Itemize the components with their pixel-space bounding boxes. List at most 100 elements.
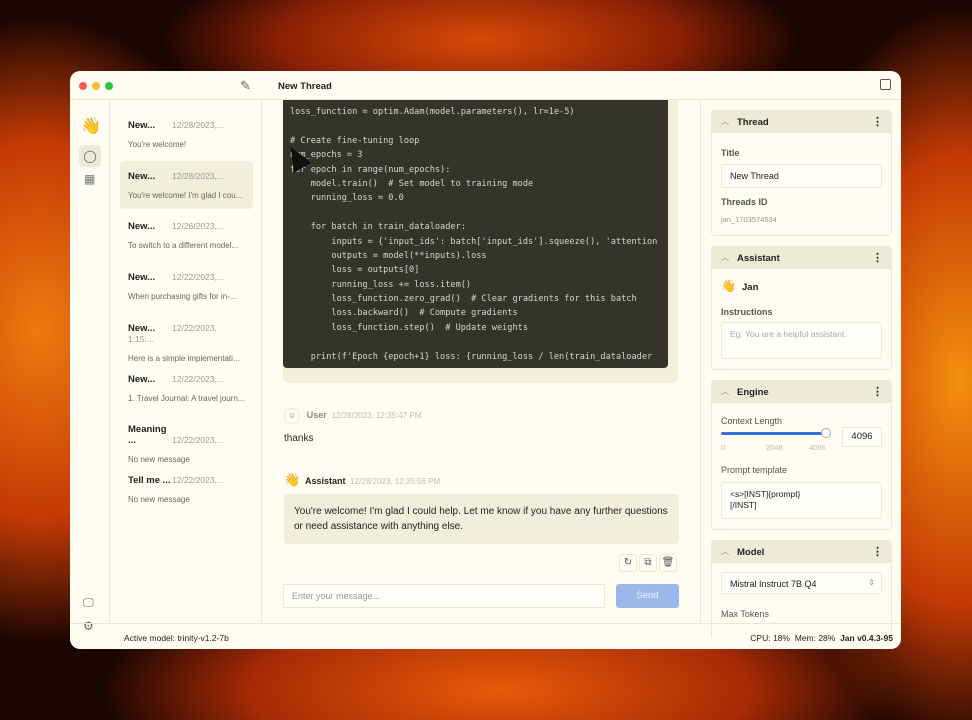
copy-icon[interactable]: ⧉ — [639, 554, 657, 572]
code-line: loss_function.zero_grad() # Clear gradie… — [290, 294, 637, 305]
context-length-slider[interactable] — [721, 428, 831, 438]
chevron-up-icon: ︿ — [721, 253, 729, 262]
title-bar: ✎ New Thread — [70, 71, 901, 100]
toggle-panel-icon[interactable] — [880, 79, 891, 90]
cpu-usage: CPU: 18% — [750, 633, 790, 643]
code-line: running_loss = 0.0 — [290, 193, 404, 204]
code-line: print(f'Epoch {epoch+1} loss: {running_l… — [290, 351, 653, 362]
new-thread-edit-icon[interactable]: ✎ — [240, 78, 251, 94]
thread-section-header[interactable]: ︿ Thread ⋮ — [712, 111, 891, 133]
section-title: Thread — [737, 117, 769, 128]
title-label: Title — [721, 148, 740, 158]
slider-fill — [721, 432, 826, 435]
delete-trash-icon[interactable]: 🗑 — [659, 554, 677, 572]
thread-preview: No new message — [128, 455, 190, 465]
chevron-up-icon: ︿ — [721, 387, 729, 396]
sender-name: Assistant — [304, 476, 346, 486]
code-line: for batch in train_dataloader: — [290, 222, 466, 233]
hub-grid-icon[interactable]: ▦ — [84, 172, 95, 186]
message-text: thanks — [284, 433, 314, 444]
message-time: 12/28/2023, 12:35:56 PM — [350, 477, 441, 486]
thread-preview: 1. Travel Journal: A travel journ... — [128, 393, 245, 403]
tick-label: 4096 — [809, 443, 826, 452]
thread-item[interactable]: Tell me ...12/22/2023,... No new message — [120, 465, 253, 513]
regenerate-icon[interactable]: ↻ — [619, 554, 637, 572]
icon-rail: 👋 ◯ ▦ 🖵 ⚙ — [70, 100, 110, 633]
thread-title-input[interactable]: New Thread — [721, 164, 882, 188]
more-menu-icon[interactable]: ⋮ — [872, 251, 883, 264]
thread-date: 12/26/2023,... — [172, 221, 224, 232]
assistant-hand-icon: 👋 — [284, 472, 301, 487]
prompt-template-textarea[interactable]: <s>[INST]{prompt} [/INST] — [721, 482, 882, 519]
assistant-section-header[interactable]: ︿ Assistant ⋮ — [712, 247, 891, 269]
thread-item[interactable]: New... 12/28/2023,... You're welcome! — [120, 110, 253, 158]
assistant-code-message: loss_function = optim.Adam(model.paramet… — [283, 100, 678, 383]
status-right: CPU: 18% Mem: 28% Jan v0.4.3-95 — [750, 633, 893, 643]
thread-preview: You're welcome! I'm glad I cou... — [128, 190, 243, 200]
chat-area: loss_function = optim.Adam(model.paramet… — [262, 100, 700, 623]
selected-model: Mistral Instruct 7B Q4 — [730, 579, 817, 589]
section-title: Assistant — [737, 253, 780, 264]
engine-section-header[interactable]: ︿ Engine ⋮ — [712, 381, 891, 403]
thread-item[interactable]: New... 12/28/2023,... You're welcome! I'm … — [120, 160, 253, 209]
more-menu-icon[interactable]: ⋮ — [872, 385, 883, 398]
assistant-name: Jan — [742, 282, 759, 293]
message-time: 12/28/2023, 12:35:47 PM — [331, 411, 422, 420]
message-text: You're welcome! I'm glad I could help. L… — [284, 494, 679, 544]
app-window: ✎ New Thread 👋 ◯ ▦ 🖵 ⚙ New... 12/28/2023,… — [70, 71, 901, 649]
thread-title: New... — [128, 221, 156, 233]
send-button[interactable]: Send — [616, 584, 679, 608]
select-updown-icon: ⇕ — [868, 578, 875, 587]
close-button[interactable] — [79, 82, 87, 90]
thread-date: 12/22/2023,... — [172, 373, 224, 384]
instructions-label: Instructions — [721, 307, 773, 317]
thread-preview: When purchasing gifts for in-... — [128, 292, 237, 302]
status-bar: Active model: trinity-v1.2-7b CPU: 18% M… — [70, 623, 901, 649]
code-line: loss_function = optim.Adam(model.paramet… — [290, 107, 575, 117]
thread-date: 12/22/2023,... — [172, 474, 224, 485]
max-tokens-label: Max Tokens — [721, 609, 769, 619]
model-select[interactable]: Mistral Instruct 7B Q4 ⇕ — [721, 572, 882, 594]
thread-item[interactable]: New... 12/22/2023,... When purchasing gift… — [120, 262, 253, 310]
thread-item[interactable]: Meaning ... 12/22/2023,... No new message — [120, 414, 253, 465]
mem-usage: Mem: 28% — [794, 633, 836, 643]
code-line: # Create fine-tuning loop — [290, 135, 420, 146]
thread-list: New... 12/28/2023,... You're welcome! New..… — [110, 100, 262, 623]
chat-icon[interactable]: ◯ — [79, 145, 101, 167]
context-length-label: Context Length — [721, 416, 783, 426]
thread-title: New... — [128, 272, 156, 284]
thread-item[interactable]: New... 12/22/2023, 1:15:... Here is a simp… — [120, 313, 253, 363]
monitor-icon[interactable]: 🖵 — [83, 597, 94, 610]
minimize-button[interactable] — [92, 82, 100, 90]
app-version: Jan v0.4.3-95 — [840, 633, 893, 643]
assistant-section: ︿ Assistant ⋮ 👋 Jan Instructions Eg. You a… — [711, 246, 892, 370]
model-section-header[interactable]: ︿ Model ⋮ — [712, 541, 891, 563]
tick-label: 2048 — [766, 443, 783, 452]
thread-preview: Here is a simple implementati... — [128, 353, 240, 363]
thread-item[interactable]: New... 12/26/2023,... To switch to a diffe… — [120, 211, 253, 259]
thread-title: Tell me ... — [128, 474, 171, 486]
engine-section: ︿ Engine ⋮ Context Length 0 2048 4096 4096… — [711, 380, 892, 530]
section-title: Engine — [737, 387, 769, 398]
instructions-textarea[interactable]: Eg. You are a helpful assistant. — [721, 322, 882, 359]
code-line: num_epochs = 3 — [290, 150, 363, 161]
more-menu-icon[interactable]: ⋮ — [872, 115, 883, 128]
context-length-input[interactable]: 4096 — [842, 427, 882, 447]
code-line: model.train() # Set model to training mo… — [290, 178, 534, 189]
jan-logo-hand-icon: 👋 — [81, 118, 101, 135]
thread-title: New... — [128, 373, 156, 385]
thread-date: 12/22/2023,... — [172, 435, 224, 446]
maximize-button[interactable] — [105, 82, 113, 90]
chevron-up-icon: ︿ — [721, 547, 729, 556]
slider-handle[interactable] — [821, 428, 831, 438]
thread-preview: You're welcome! — [128, 140, 187, 149]
thread-id-value: jan_1703574534 — [721, 215, 777, 224]
user-avatar-icon: ☺ — [284, 408, 300, 424]
code-block: loss_function = optim.Adam(model.paramet… — [283, 100, 668, 368]
message-input[interactable] — [283, 584, 605, 608]
more-menu-icon[interactable]: ⋮ — [872, 545, 883, 558]
code-line: loss_function.step() # Update weights — [290, 322, 528, 333]
code-line: loss.backward() # Compute gradients — [290, 308, 518, 319]
assistant-hand-icon: 👋 — [721, 279, 736, 293]
thread-item[interactable]: New... 12/22/2023,... 1. Travel Journal: A… — [120, 364, 253, 412]
